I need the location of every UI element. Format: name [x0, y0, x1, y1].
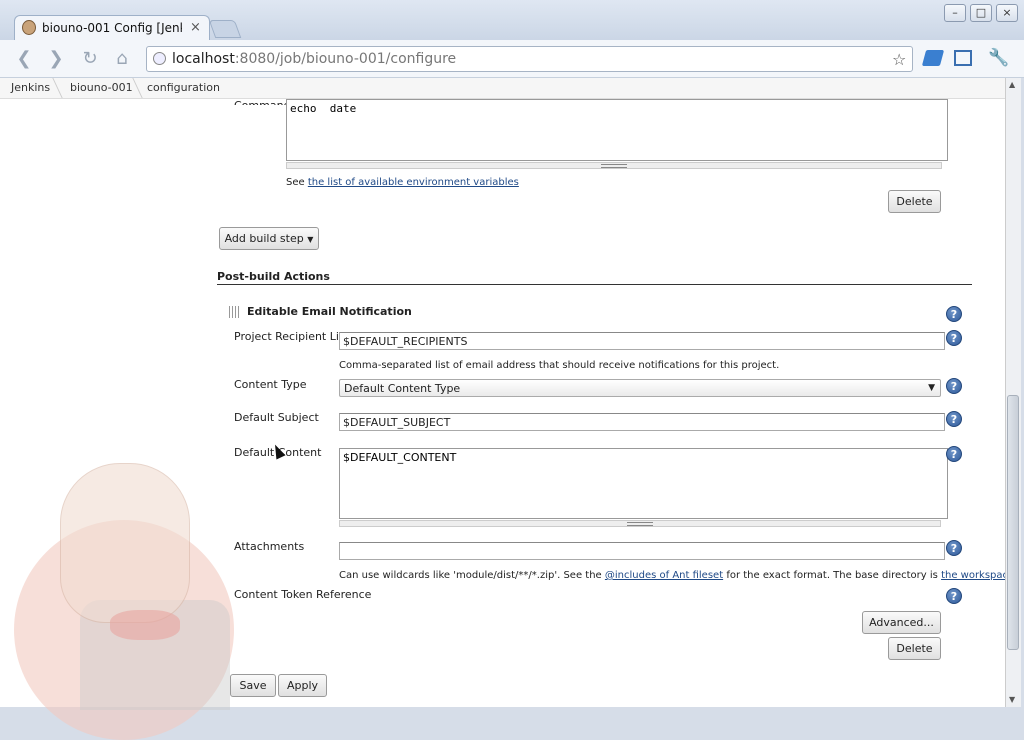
breadcrumb-configuration[interactable]: configuration — [147, 81, 220, 94]
help-icon[interactable]: ? — [946, 330, 962, 346]
email-notification-title: Editable Email Notification — [247, 305, 412, 318]
fullscreen-icon[interactable] — [954, 50, 972, 66]
select-arrow-icon: ▼ — [928, 383, 935, 393]
forward-icon[interactable]: ❯ — [44, 48, 68, 70]
command-label: Command — [234, 99, 291, 105]
add-build-step-label: Add build step — [224, 232, 304, 245]
scroll-up-icon[interactable]: ▲ — [1009, 80, 1015, 89]
dropdown-arrow-icon: ▼ — [307, 235, 314, 244]
url-path: :8080/job/biouno-001/configure — [234, 51, 457, 67]
jenkins-mascot-head — [60, 463, 190, 623]
help-icon[interactable]: ? — [946, 411, 962, 427]
bookmark-star-icon[interactable]: ☆ — [892, 50, 906, 69]
command-textarea[interactable]: echo date — [286, 99, 948, 161]
breadcrumb-jenkins[interactable]: Jenkins — [11, 81, 50, 94]
recipients-help-text: Comma-separated list of email address th… — [339, 360, 780, 371]
command-resize-grip[interactable] — [286, 162, 942, 169]
env-vars-link[interactable]: the list of available environment variab… — [308, 177, 519, 188]
breadcrumb-job[interactable]: biouno-001 — [70, 81, 133, 94]
back-icon[interactable]: ❮ — [12, 48, 36, 70]
content-type-label: Content Type — [234, 378, 307, 391]
post-build-section-title: Post-build Actions — [217, 270, 330, 283]
content-resize-grip[interactable] — [339, 520, 941, 527]
help-icon[interactable]: ? — [946, 540, 962, 556]
tab-title: biouno-001 Config [Jenkins] — [42, 21, 182, 35]
close-window-icon[interactable]: × — [996, 4, 1018, 22]
delete-build-step-button[interactable]: Delete — [888, 190, 941, 213]
subject-input[interactable]: $DEFAULT_SUBJECT — [339, 413, 945, 431]
section-divider — [217, 284, 972, 285]
minimize-icon[interactable]: – — [944, 4, 966, 22]
reload-icon[interactable]: ↻ — [78, 48, 102, 70]
ant-fileset-link[interactable]: @includes of Ant fileset — [605, 570, 723, 581]
maximize-icon[interactable]: □ — [970, 4, 992, 22]
save-button[interactable]: Save — [230, 674, 276, 697]
drag-handle-icon[interactable] — [229, 306, 240, 318]
attachments-help-text: Can use wildcards like 'module/dist/**/*… — [339, 570, 1017, 581]
jenkins-favicon-icon — [22, 20, 36, 35]
workspace-link[interactable]: the workspace — [941, 570, 1014, 581]
content-textarea[interactable]: $DEFAULT_CONTENT — [339, 448, 948, 519]
scroll-down-icon[interactable]: ▼ — [1009, 695, 1015, 704]
globe-icon — [153, 52, 166, 65]
add-build-step-button[interactable]: Add build step ▼ — [219, 227, 319, 250]
apply-button[interactable]: Apply — [278, 674, 327, 697]
recipients-input[interactable]: $DEFAULT_RECIPIENTS — [339, 332, 945, 350]
jenkins-mascot-bowtie-icon — [110, 610, 180, 640]
recipients-label: Project Recipient List — [234, 330, 349, 343]
advanced-button[interactable]: Advanced... — [862, 611, 941, 634]
delete-post-build-button[interactable]: Delete — [888, 637, 941, 660]
attach-help-part: for the exact format. The base directory… — [726, 570, 938, 581]
content-type-select[interactable]: Default Content Type ▼ — [339, 379, 941, 397]
help-icon[interactable]: ? — [946, 378, 962, 394]
content-token-label: Content Token Reference — [234, 588, 372, 601]
env-vars-prefix: See — [286, 177, 305, 188]
help-icon[interactable]: ? — [946, 588, 962, 604]
help-icon[interactable]: ? — [946, 306, 962, 322]
url-text[interactable]: localhost:8080/job/biouno-001/configure — [172, 51, 456, 67]
scrollbar-thumb[interactable] — [1007, 395, 1019, 650]
help-icon[interactable]: ? — [946, 446, 962, 462]
attach-help-part: Can use wildcards like 'module/dist/**/*… — [339, 570, 602, 581]
tab-close-icon[interactable]: × — [190, 20, 201, 35]
url-host: localhost — [172, 51, 235, 67]
attachments-input[interactable] — [339, 542, 945, 560]
subject-label: Default Subject — [234, 411, 319, 424]
home-icon[interactable]: ⌂ — [110, 48, 134, 70]
env-vars-note: See the list of available environment va… — [286, 177, 519, 188]
wrench-icon[interactable]: 🔧 — [988, 48, 1009, 68]
content-type-value: Default Content Type — [344, 382, 461, 395]
attachments-label: Attachments — [234, 540, 305, 553]
